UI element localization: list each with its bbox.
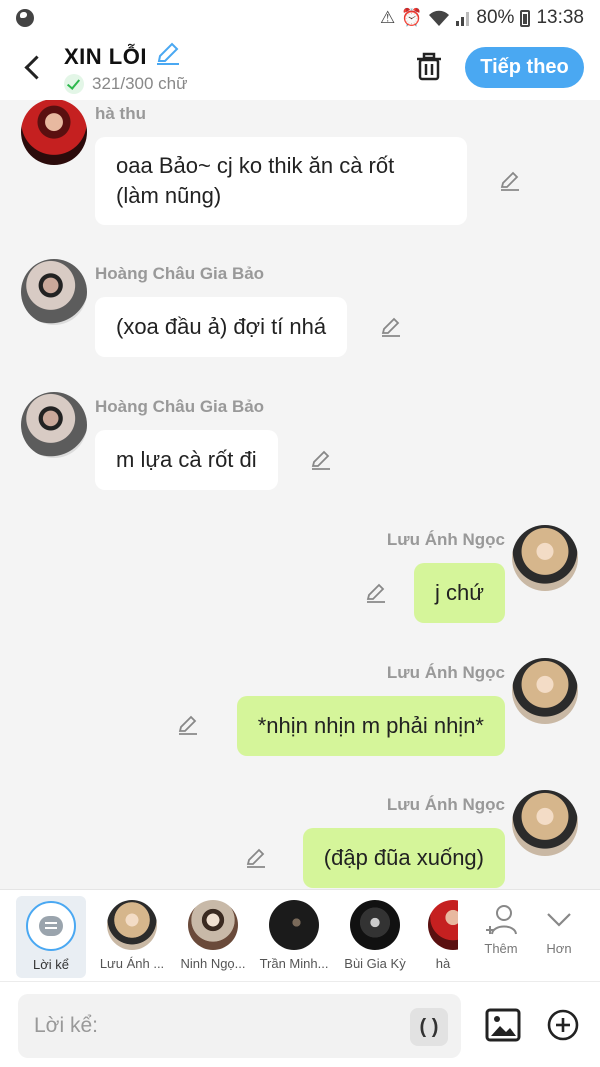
edit-message-icon[interactable] bbox=[379, 315, 403, 339]
edit-title-icon[interactable] bbox=[155, 42, 181, 66]
more-label: Hơn bbox=[546, 941, 572, 956]
sender-name: Hoàng Châu Gia Bảo bbox=[95, 264, 265, 283]
message-bubble[interactable]: (đập đũa xuống) bbox=[302, 828, 505, 888]
avatar[interactable] bbox=[512, 658, 578, 724]
character-name: hà bbox=[435, 956, 451, 971]
message-text: (đập đũa xuống) bbox=[323, 845, 484, 870]
character-avatar bbox=[107, 900, 157, 950]
character-name: Trần Minh... bbox=[259, 956, 329, 971]
story-title: XIN LỖI bbox=[64, 44, 147, 69]
message-text: j chứ bbox=[435, 580, 484, 605]
edit-message-icon[interactable] bbox=[364, 581, 388, 605]
character-item[interactable]: Lưu Ánh ... bbox=[93, 900, 171, 971]
alarm-icon: ⏰ bbox=[401, 8, 423, 27]
character-name: Bùi Gia Kỳ bbox=[344, 956, 406, 971]
character-narrator[interactable]: Lời kể bbox=[16, 896, 86, 978]
add-person-icon bbox=[486, 905, 517, 935]
sender-name: Hoàng Châu Gia Bảo bbox=[95, 397, 265, 416]
globe-icon bbox=[16, 9, 34, 27]
add-icon[interactable] bbox=[547, 1009, 579, 1041]
add-character-button[interactable]: Thêm bbox=[476, 902, 526, 956]
data-saver-icon: ⚠ bbox=[380, 8, 396, 27]
check-icon bbox=[64, 74, 84, 94]
chevron-down-icon bbox=[547, 913, 571, 927]
sender-name: hà thu bbox=[95, 104, 146, 123]
character-item[interactable]: Trần Minh... bbox=[255, 900, 333, 971]
message-text: *nhịn nhịn m phải nhịn* bbox=[257, 713, 484, 738]
chat-area[interactable]: hà thu oaa Bảo~ cj ko thik ăn cà rốt (là… bbox=[0, 100, 600, 889]
trash-icon[interactable] bbox=[414, 52, 444, 82]
signal-icon bbox=[456, 12, 470, 26]
edit-message-icon[interactable] bbox=[176, 713, 200, 737]
next-button[interactable]: Tiếp theo bbox=[465, 47, 584, 88]
clock: 13:38 bbox=[536, 7, 584, 28]
message-text-line: oaa Bảo~ cj ko thik ăn cà rốt bbox=[116, 153, 395, 178]
character-item[interactable]: Bùi Gia Kỳ bbox=[336, 900, 414, 971]
parenthesis-button[interactable]: ( ) bbox=[410, 1008, 448, 1046]
message-bubble[interactable]: oaa Bảo~ cj ko thik ăn cà rốt (làm nũng) bbox=[95, 137, 467, 225]
edit-message-icon[interactable] bbox=[309, 448, 333, 472]
battery-icon bbox=[520, 9, 531, 27]
character-name: Ninh Ngọ... bbox=[180, 956, 246, 971]
image-icon[interactable] bbox=[485, 1008, 521, 1042]
character-avatar bbox=[269, 900, 319, 950]
message-text: (xoa đầu ả) đợi tí nhá bbox=[116, 314, 327, 339]
edit-message-icon[interactable] bbox=[498, 169, 522, 193]
message-bubble[interactable]: *nhịn nhịn m phải nhịn* bbox=[236, 696, 505, 756]
avatar[interactable] bbox=[512, 525, 578, 591]
character-avatar bbox=[428, 900, 458, 950]
back-icon[interactable] bbox=[18, 50, 48, 84]
character-avatar bbox=[350, 900, 400, 950]
sender-name: Lưu Ánh Ngọc bbox=[386, 795, 505, 814]
compose-bar: Lời kể: ( ) bbox=[0, 981, 600, 1067]
avatar[interactable] bbox=[21, 259, 87, 325]
sender-name: Lưu Ánh Ngọc bbox=[386, 530, 505, 549]
message-text-line: (làm nũng) bbox=[116, 183, 222, 208]
narration-input[interactable]: Lời kể: bbox=[18, 994, 461, 1058]
avatar[interactable] bbox=[21, 100, 87, 165]
message-text: m lựa cà rốt đi bbox=[116, 447, 257, 472]
edit-message-icon[interactable] bbox=[244, 846, 268, 870]
character-bar: Lời kể Lưu Ánh ... Ninh Ngọ... Trần Minh… bbox=[0, 889, 600, 981]
character-item[interactable]: Ninh Ngọ... bbox=[174, 900, 252, 971]
status-bar: ⚠ ⏰ 80% 13:38 bbox=[0, 0, 600, 36]
message-bubble[interactable]: m lựa cà rốt đi bbox=[95, 430, 278, 490]
character-avatar bbox=[188, 900, 238, 950]
character-name: Lời kể bbox=[33, 957, 69, 972]
narration-placeholder: Lời kể: bbox=[34, 1014, 98, 1037]
narrator-icon bbox=[26, 901, 76, 951]
message-bubble[interactable]: j chứ bbox=[414, 563, 505, 623]
wifi-icon bbox=[429, 10, 450, 26]
character-item[interactable]: hà bbox=[428, 900, 458, 971]
add-label: Thêm bbox=[484, 941, 518, 956]
avatar[interactable] bbox=[21, 392, 87, 458]
battery-percent: 80% bbox=[476, 7, 515, 28]
avatar[interactable] bbox=[512, 790, 578, 856]
more-button[interactable]: Hơn bbox=[534, 902, 584, 956]
message-bubble[interactable]: (xoa đầu ả) đợi tí nhá bbox=[95, 297, 348, 357]
header: XIN LỖI 321/300 chữ Tiếp theo bbox=[0, 36, 600, 100]
character-name: Lưu Ánh ... bbox=[99, 956, 165, 971]
char-count: 321/300 chữ bbox=[92, 74, 188, 93]
sender-name: Lưu Ánh Ngọc bbox=[386, 663, 505, 682]
